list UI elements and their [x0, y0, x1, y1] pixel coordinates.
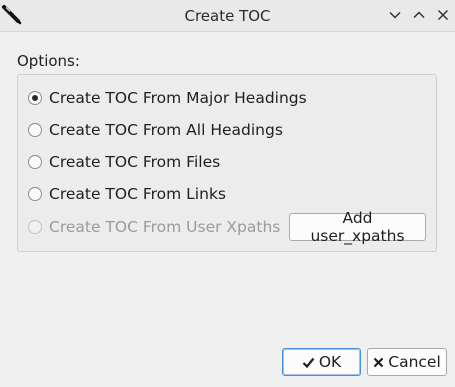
- close-icon[interactable]: [434, 6, 452, 24]
- radio-files[interactable]: Create TOC From Files: [28, 150, 220, 174]
- radio-label: Create TOC From Major Headings: [49, 89, 307, 107]
- radio-button[interactable]: [28, 123, 42, 137]
- radio-button[interactable]: [28, 91, 42, 105]
- radio-links[interactable]: Create TOC From Links: [28, 182, 226, 206]
- radio-button: [28, 220, 42, 234]
- ok-button[interactable]: OK: [282, 348, 361, 376]
- add-user-xpaths-button[interactable]: Add user_xpaths: [289, 209, 426, 245]
- check-icon: [302, 356, 315, 369]
- radio-user-xpaths: Create TOC From User Xpaths: [28, 215, 280, 239]
- radio-label: Create TOC From User Xpaths: [49, 218, 281, 236]
- title-bar[interactable]: Create TOC: [0, 0, 455, 32]
- x-icon: [373, 357, 384, 368]
- cancel-label: Cancel: [388, 353, 441, 371]
- minimize-icon[interactable]: [386, 6, 404, 24]
- options-label: Options:: [17, 52, 80, 70]
- radio-label: Create TOC From Links: [49, 185, 226, 203]
- cancel-button[interactable]: Cancel: [367, 348, 447, 376]
- radio-button[interactable]: [28, 187, 42, 201]
- ok-label: OK: [318, 353, 342, 371]
- radio-button[interactable]: [28, 155, 42, 169]
- maximize-icon[interactable]: [410, 6, 428, 24]
- radio-label: Create TOC From Files: [49, 153, 221, 171]
- radio-all-headings[interactable]: Create TOC From All Headings: [28, 118, 283, 142]
- radio-label: Create TOC From All Headings: [49, 121, 283, 139]
- radio-major-headings[interactable]: Create TOC From Major Headings: [28, 86, 307, 110]
